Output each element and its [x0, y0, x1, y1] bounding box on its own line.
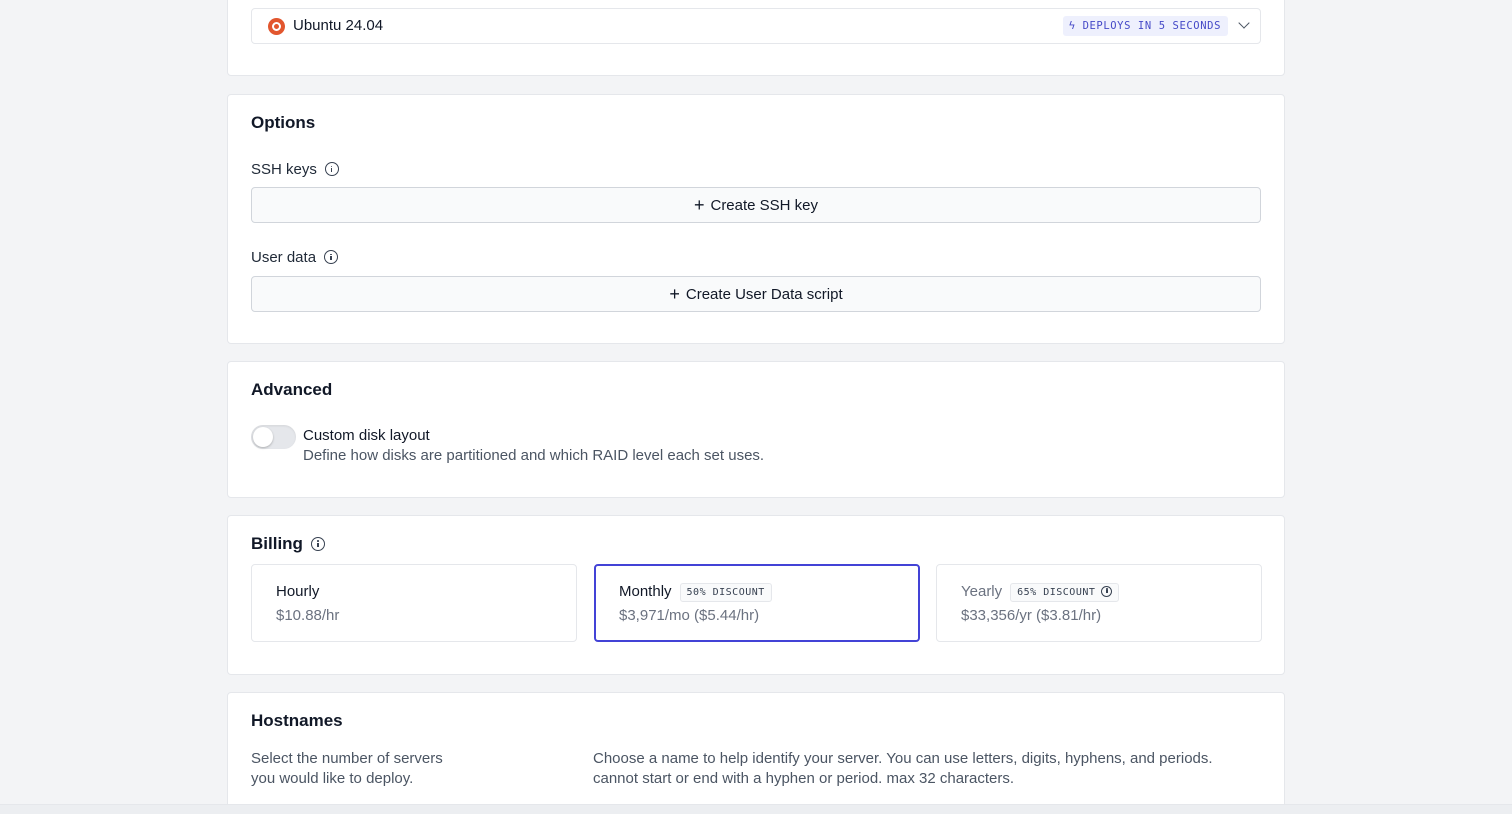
- toggle-knob: [253, 427, 273, 447]
- bottom-bar: [0, 804, 1512, 814]
- server-count-help: Select the number of servers you would l…: [251, 749, 443, 789]
- billing-title-row: Billing: [251, 534, 325, 554]
- server-count-help-line: you would like to deploy.: [251, 770, 414, 787]
- plan-name: Monthly: [619, 583, 672, 600]
- options-card: Options SSH keys + Create SSH key User da…: [227, 94, 1285, 344]
- ubuntu-logo-icon: [268, 18, 285, 35]
- deploy-badge-label: DEPLOYS IN 5 SECONDS: [1082, 20, 1221, 32]
- discount-badge: 65% DISCOUNT: [1010, 583, 1120, 602]
- hostname-help: Choose a name to help identify your serv…: [593, 749, 1213, 789]
- create-user-data-label: Create User Data script: [685, 286, 843, 303]
- custom-disk-layout-toggle[interactable]: [251, 425, 296, 449]
- hostnames-card: Hostnames Select the number of servers y…: [227, 692, 1285, 814]
- billing-title: Billing: [251, 534, 303, 553]
- plan-name: Hourly: [276, 583, 320, 600]
- os-select[interactable]: Ubuntu 24.04 ϟ DEPLOYS IN 5 SECONDS: [251, 8, 1261, 44]
- plan-monthly[interactable]: Monthly 50% DISCOUNT $3,971/mo ($5.44/hr): [594, 564, 920, 642]
- os-name: Ubuntu 24.04: [293, 17, 384, 34]
- advanced-card: Advanced Custom disk layout Define how d…: [227, 361, 1285, 498]
- options-title: Options: [251, 113, 316, 132]
- user-data-label: User data: [251, 249, 317, 266]
- toggle-description: Define how disks are partitioned and whi…: [303, 447, 765, 464]
- hostnames-title: Hostnames: [251, 711, 343, 730]
- discount-badge: 50% DISCOUNT: [679, 583, 772, 602]
- hostname-help-line: Choose a name to help identify your serv…: [593, 750, 1213, 767]
- plan-price: $10.88/hr: [276, 607, 340, 624]
- billing-card: Billing Hourly $10.88/hr Monthly 50% DISC…: [227, 515, 1285, 675]
- create-user-data-button[interactable]: + Create User Data script: [251, 276, 1261, 312]
- info-icon[interactable]: [310, 536, 325, 551]
- plan-hourly[interactable]: Hourly $10.88/hr: [251, 564, 577, 642]
- discount-label: 65% DISCOUNT: [1017, 587, 1096, 598]
- plan-name-row: Yearly 65% DISCOUNT: [961, 583, 1120, 602]
- plan-name-row: Monthly 50% DISCOUNT: [619, 583, 772, 602]
- plan-yearly[interactable]: Yearly 65% DISCOUNT $33,356/yr ($3.81/hr): [936, 564, 1262, 642]
- ssh-keys-label-row: SSH keys: [251, 161, 339, 178]
- info-icon[interactable]: [1101, 585, 1113, 597]
- ssh-keys-label: SSH keys: [251, 161, 317, 178]
- advanced-title: Advanced: [251, 380, 333, 399]
- plus-icon: +: [693, 195, 705, 215]
- plan-price: $3,971/mo ($5.44/hr): [619, 607, 760, 624]
- plus-icon: +: [669, 284, 680, 304]
- toggle-title: Custom disk layout: [303, 427, 430, 444]
- page: Ubuntu 24.04 ϟ DEPLOYS IN 5 SECONDS Opti…: [0, 0, 1512, 814]
- create-ssh-key-button[interactable]: + Create SSH key: [251, 187, 1261, 223]
- chevron-down-icon[interactable]: [1238, 17, 1250, 29]
- deploy-badge: ϟ DEPLOYS IN 5 SECONDS: [1062, 16, 1228, 36]
- create-ssh-key-label: Create SSH key: [710, 197, 819, 214]
- plan-name: Yearly: [961, 583, 1003, 600]
- info-icon[interactable]: [324, 250, 339, 265]
- user-data-label-row: User data: [251, 249, 339, 266]
- os-card: Ubuntu 24.04 ϟ DEPLOYS IN 5 SECONDS: [227, 0, 1285, 76]
- plan-price: $33,356/yr ($3.81/hr): [961, 607, 1102, 624]
- bolt-icon: ϟ: [1068, 19, 1076, 32]
- info-icon[interactable]: [324, 162, 339, 177]
- server-count-help-line: Select the number of servers: [251, 750, 443, 767]
- hostname-help-line: cannot start or end with a hyphen or per…: [593, 770, 1015, 787]
